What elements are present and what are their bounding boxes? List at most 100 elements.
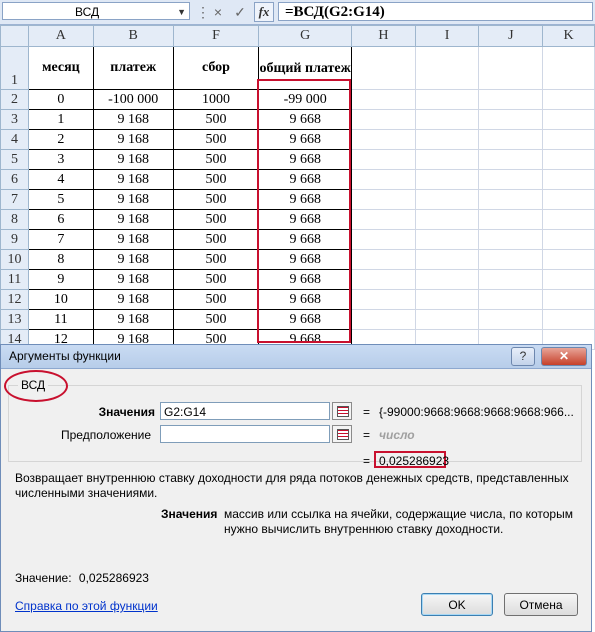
row-header[interactable]: 3: [0, 109, 29, 130]
cell[interactable]: [351, 89, 416, 110]
cell-payment[interactable]: 9 168: [92, 289, 174, 310]
cancel-icon[interactable]: ×: [210, 4, 226, 20]
cell[interactable]: [478, 309, 544, 330]
cell[interactable]: [478, 149, 544, 170]
cell[interactable]: [351, 209, 416, 230]
cell[interactable]: [351, 289, 416, 310]
cell-total[interactable]: -99 000: [258, 89, 353, 110]
name-box[interactable]: ВСД ▼: [2, 2, 190, 20]
cell-month[interactable]: 8: [27, 249, 94, 270]
cell-fee[interactable]: 500: [172, 109, 260, 130]
cell[interactable]: [542, 209, 595, 230]
close-icon[interactable]: ✕: [541, 347, 587, 366]
cell-fee[interactable]: 500: [172, 309, 260, 330]
column-header[interactable]: G: [258, 25, 353, 47]
enter-icon[interactable]: ✓: [232, 4, 248, 20]
cell-fee[interactable]: 500: [172, 129, 260, 150]
cell[interactable]: [351, 109, 416, 130]
cell[interactable]: [542, 109, 595, 130]
cell-payment[interactable]: 9 168: [92, 209, 174, 230]
cell-payment[interactable]: 9 168: [92, 189, 174, 210]
cell[interactable]: [414, 89, 480, 110]
cell[interactable]: [478, 169, 544, 190]
cell-total[interactable]: 9 668: [258, 149, 353, 170]
cell[interactable]: [542, 289, 595, 310]
cell[interactable]: [542, 46, 595, 90]
cell[interactable]: [478, 249, 544, 270]
cell-total[interactable]: 9 668: [258, 189, 353, 210]
cell-month[interactable]: 5: [27, 189, 94, 210]
column-header[interactable]: F: [172, 25, 260, 47]
column-header[interactable]: H: [351, 25, 416, 47]
cell-month[interactable]: 4: [27, 169, 94, 190]
cell-fee[interactable]: 500: [172, 169, 260, 190]
column-header[interactable]: A: [27, 25, 94, 47]
cell[interactable]: [351, 169, 416, 190]
cell[interactable]: [542, 229, 595, 250]
cell-fee[interactable]: 500: [172, 189, 260, 210]
help-link[interactable]: Справка по этой функции: [15, 599, 158, 613]
cell-total[interactable]: 9 668: [258, 249, 353, 270]
cell[interactable]: [351, 129, 416, 150]
cell[interactable]: [414, 109, 480, 130]
cell-payment[interactable]: 9 168: [92, 129, 174, 150]
cell[interactable]: [478, 189, 544, 210]
cell-fee[interactable]: 1000: [172, 89, 260, 110]
cell-payment[interactable]: 9 168: [92, 249, 174, 270]
cell-total[interactable]: 9 668: [258, 169, 353, 190]
cell[interactable]: [478, 229, 544, 250]
arg2-collapse-button[interactable]: [332, 425, 352, 443]
row-header[interactable]: 12: [0, 289, 29, 310]
cell-total[interactable]: 9 668: [258, 289, 353, 310]
arg2-input[interactable]: [160, 425, 330, 443]
cell[interactable]: [478, 46, 544, 90]
cell[interactable]: [542, 309, 595, 330]
cell[interactable]: [414, 269, 480, 290]
cell-fee[interactable]: 500: [172, 289, 260, 310]
cell[interactable]: [351, 149, 416, 170]
cell-month[interactable]: 9: [27, 269, 94, 290]
cell[interactable]: [478, 289, 544, 310]
chevron-down-icon[interactable]: ▼: [177, 3, 186, 21]
cell[interactable]: [542, 249, 595, 270]
cell[interactable]: [414, 149, 480, 170]
column-header[interactable]: I: [414, 25, 480, 47]
cell-month[interactable]: 3: [27, 149, 94, 170]
cell[interactable]: [414, 129, 480, 150]
help-icon[interactable]: ?: [511, 347, 535, 366]
insert-function-icon[interactable]: fx: [254, 1, 274, 22]
cell-month[interactable]: 6: [27, 209, 94, 230]
cell-fee[interactable]: 500: [172, 149, 260, 170]
row-header[interactable]: 7: [0, 189, 29, 210]
cell[interactable]: [478, 269, 544, 290]
cell-total[interactable]: 9 668: [258, 209, 353, 230]
header-cell[interactable]: месяц: [27, 46, 94, 90]
cell[interactable]: [542, 149, 595, 170]
cell-fee[interactable]: 500: [172, 229, 260, 250]
cell-month[interactable]: 10: [27, 289, 94, 310]
header-cell[interactable]: платеж: [92, 46, 174, 90]
cell[interactable]: [414, 249, 480, 270]
cell-month[interactable]: 1: [27, 109, 94, 130]
cell[interactable]: [351, 46, 416, 90]
cell[interactable]: [478, 89, 544, 110]
cell[interactable]: [414, 309, 480, 330]
header-cell[interactable]: общий платеж: [258, 46, 353, 90]
cell[interactable]: [478, 109, 544, 130]
cell-total[interactable]: 9 668: [258, 229, 353, 250]
cell-total[interactable]: 9 668: [258, 309, 353, 330]
cell-payment[interactable]: 9 168: [92, 149, 174, 170]
cell-payment[interactable]: 9 168: [92, 269, 174, 290]
header-cell[interactable]: сбор: [172, 46, 260, 90]
column-header[interactable]: J: [478, 25, 544, 47]
dialog-titlebar[interactable]: Аргументы функции ? ✕: [1, 345, 591, 369]
cell-fee[interactable]: 500: [172, 249, 260, 270]
ok-button[interactable]: OK: [421, 593, 493, 616]
row-header[interactable]: 9: [0, 229, 29, 250]
cell[interactable]: [351, 249, 416, 270]
cell[interactable]: [414, 209, 480, 230]
cell-total[interactable]: 9 668: [258, 269, 353, 290]
row-header[interactable]: 5: [0, 149, 29, 170]
cell-payment[interactable]: -100 000: [92, 89, 174, 110]
cell[interactable]: [414, 169, 480, 190]
